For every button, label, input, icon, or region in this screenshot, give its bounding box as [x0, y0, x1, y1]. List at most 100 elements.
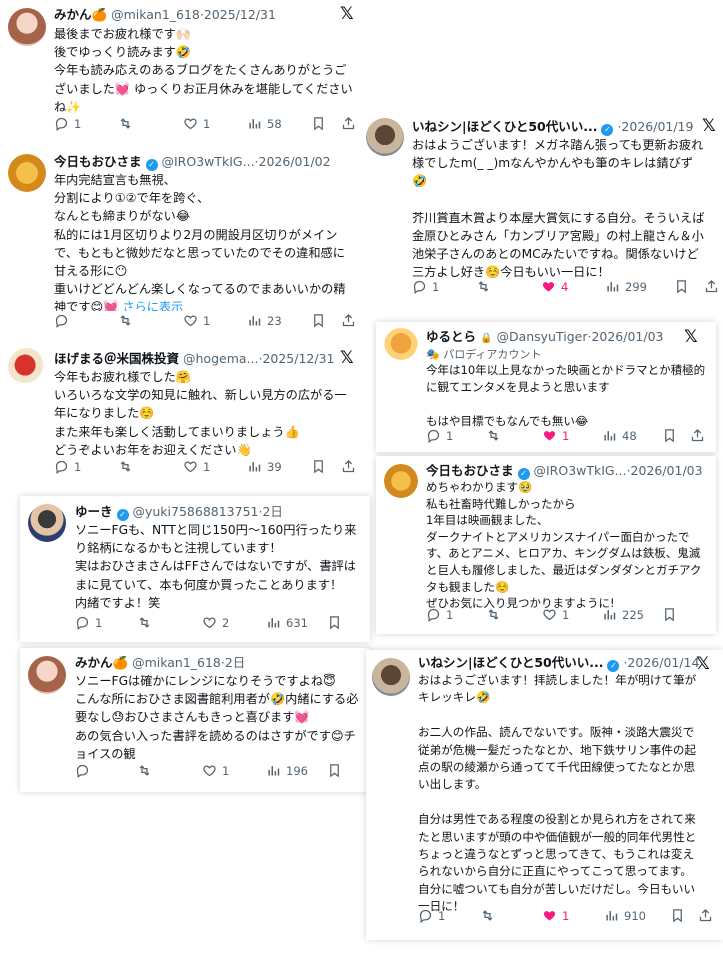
- views-button[interactable]: 48: [602, 428, 637, 443]
- bookmark-button[interactable]: [662, 428, 677, 443]
- retweet-button[interactable]: [118, 459, 133, 474]
- retweet-button[interactable]: [118, 313, 133, 328]
- like-icon: [183, 116, 198, 131]
- bookmark-button[interactable]: [327, 615, 342, 630]
- user-name[interactable]: いねシン|ほどくひと50代いい...: [418, 655, 603, 670]
- reply-button[interactable]: [54, 313, 69, 328]
- tweet-date[interactable]: 2026/01/03: [631, 463, 703, 478]
- like-button[interactable]: 1: [542, 607, 569, 622]
- reply-button[interactable]: 1: [75, 615, 102, 630]
- retweet-button[interactable]: [137, 763, 152, 778]
- verified-icon: ✓: [116, 509, 129, 521]
- tweet-date[interactable]: 2026/01/02: [259, 154, 331, 169]
- like-button[interactable]: 1: [542, 428, 569, 443]
- avatar[interactable]: [384, 328, 418, 362]
- views-icon: [605, 279, 620, 294]
- bookmark-button[interactable]: [662, 607, 677, 622]
- reply-button[interactable]: 1: [54, 116, 81, 131]
- tweet-card[interactable]: いねシン|ほどくひと50代いい... ✓ ·2026/01/19 𝕏 おはようご…: [362, 110, 723, 306]
- user-name[interactable]: 今日もおひさま: [54, 154, 142, 169]
- bookmark-button[interactable]: [311, 116, 326, 131]
- share-button[interactable]: [704, 279, 719, 294]
- avatar[interactable]: [28, 504, 66, 542]
- user-name[interactable]: ゆるとら: [426, 329, 476, 344]
- tweet-date[interactable]: 2026/01/03: [591, 329, 663, 344]
- bookmark-button[interactable]: [327, 763, 342, 778]
- share-button[interactable]: [341, 313, 356, 328]
- tweet-card[interactable]: ゆーき ✓ @yuki75868813751·2日 ソニーFGも、NTTと同じ1…: [20, 496, 370, 642]
- like-button[interactable]: 4: [541, 279, 568, 294]
- like-button[interactable]: 1: [183, 313, 210, 328]
- share-button[interactable]: [698, 908, 713, 923]
- views-button[interactable]: 58: [247, 116, 282, 131]
- user-handle[interactable]: @mikan1_618: [111, 7, 200, 22]
- tweet-card[interactable]: ゆるとら 🔒 @DansyuTiger·2026/01/03 𝕏 🎭 パロディア…: [376, 322, 716, 452]
- avatar[interactable]: [8, 154, 46, 192]
- views-button[interactable]: 299: [605, 279, 647, 294]
- user-handle[interactable]: @hogema...: [183, 351, 258, 366]
- bookmark-button[interactable]: [311, 459, 326, 474]
- user-handle[interactable]: @IRO3wTkIG...: [533, 463, 626, 478]
- reply-button[interactable]: [75, 763, 90, 778]
- avatar[interactable]: [28, 656, 66, 694]
- like-button[interactable]: 1: [183, 459, 210, 474]
- user-handle[interactable]: @yuki75868813751: [132, 504, 258, 519]
- tweet-date[interactable]: 2025/12/31: [204, 7, 276, 22]
- avatar[interactable]: [8, 8, 46, 46]
- user-name[interactable]: みかん🍊: [54, 7, 107, 22]
- user-name[interactable]: 今日もおひさま: [426, 463, 514, 478]
- user-name[interactable]: ゆーき: [75, 504, 113, 519]
- retweet-button[interactable]: [486, 428, 501, 443]
- reply-button[interactable]: 1: [426, 607, 453, 622]
- tweet-date[interactable]: 2026/01/14: [627, 655, 699, 670]
- tweet-card[interactable]: 今日もおひさま ✓ @IRO3wTkIG...·2026/01/03 めちゃわか…: [376, 456, 716, 634]
- reply-button[interactable]: 1: [54, 459, 81, 474]
- retweet-button[interactable]: [137, 615, 152, 630]
- reply-button[interactable]: 1: [418, 908, 445, 923]
- avatar[interactable]: [372, 658, 410, 696]
- views-button[interactable]: 225: [602, 607, 644, 622]
- views-button[interactable]: 910: [604, 908, 646, 923]
- tweet-date[interactable]: 2025/12/31: [262, 351, 334, 366]
- share-button[interactable]: [341, 116, 356, 131]
- avatar[interactable]: [8, 348, 46, 386]
- user-handle[interactable]: @IRO3wTkIG...: [161, 154, 254, 169]
- share-button[interactable]: [341, 459, 356, 474]
- user-name[interactable]: みかん🍊: [75, 655, 128, 670]
- reply-button[interactable]: 1: [412, 279, 439, 294]
- tweet-date[interactable]: 2日: [262, 504, 282, 519]
- bookmark-button[interactable]: [670, 908, 685, 923]
- x-logo-icon: 𝕏: [696, 654, 710, 674]
- show-more-link[interactable]: さらに表示: [122, 300, 183, 311]
- avatar[interactable]: [384, 464, 418, 498]
- like-button[interactable]: 1: [542, 908, 569, 923]
- retweet-button[interactable]: [480, 908, 495, 923]
- avatar[interactable]: [366, 118, 404, 156]
- tweet-card[interactable]: みかん🍊 @mikan1_618·2025/12/31 𝕏 最後までお疲れ様です…: [0, 0, 362, 145]
- views-button[interactable]: 196: [266, 763, 308, 778]
- share-button[interactable]: [690, 428, 705, 443]
- views-button[interactable]: 631: [266, 615, 308, 630]
- reply-button[interactable]: 1: [426, 428, 453, 443]
- views-button[interactable]: 23: [247, 313, 282, 328]
- tweet-card[interactable]: 今日もおひさま ✓ @IRO3wTkIG...·2026/01/02 年内完結宣…: [0, 148, 362, 334]
- retweet-button[interactable]: [476, 279, 491, 294]
- tweet-card[interactable]: いねシン|ほどくひと50代いい... ✓ ·2026/01/14 𝕏 おはようご…: [366, 650, 723, 940]
- user-handle[interactable]: @mikan1_618: [132, 655, 221, 670]
- like-button[interactable]: 2: [202, 615, 229, 630]
- like-button[interactable]: 1: [202, 763, 229, 778]
- like-button[interactable]: 1: [183, 116, 210, 131]
- retweet-button[interactable]: [118, 116, 133, 131]
- tweet-card[interactable]: ほげまる＠米国株投資 @hogema...·2025/12/31 𝕏 今年もお疲…: [0, 342, 362, 482]
- retweet-button[interactable]: [486, 607, 501, 622]
- bookmark-button[interactable]: [311, 313, 326, 328]
- user-name[interactable]: ほげまる＠米国株投資: [54, 351, 179, 366]
- views-icon: [266, 763, 281, 778]
- user-handle[interactable]: @DansyuTiger: [496, 329, 587, 344]
- tweet-date[interactable]: 2日: [225, 655, 245, 670]
- tweet-date[interactable]: 2026/01/19: [621, 119, 693, 134]
- tweet-card[interactable]: みかん🍊 @mikan1_618·2日 ソニーFGは確かにレンジになりそうですよ…: [20, 648, 370, 792]
- bookmark-button[interactable]: [674, 279, 689, 294]
- user-name[interactable]: いねシン|ほどくひと50代いい...: [412, 119, 597, 134]
- views-button[interactable]: 39: [247, 459, 282, 474]
